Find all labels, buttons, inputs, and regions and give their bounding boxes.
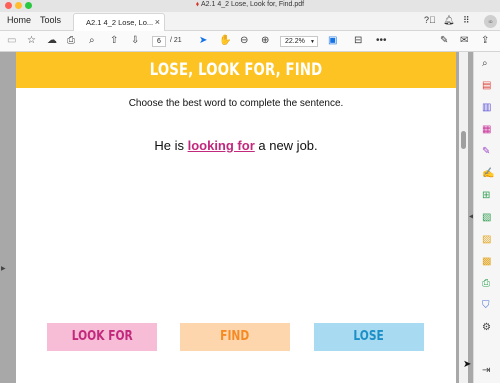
sentence-after: a new job.	[254, 138, 318, 153]
fit-page-icon[interactable]: ▣	[328, 35, 337, 47]
document-tab-label: A2.1 4_2 Lose, Lo...	[86, 18, 154, 27]
edit-pdf-icon[interactable]: ▥	[482, 102, 491, 114]
left-panel-toggle-icon[interactable]: ▶	[1, 265, 6, 272]
more-tools-icon[interactable]: ⚙	[482, 322, 491, 334]
zoom-out-icon[interactable]: ⊖	[240, 35, 248, 47]
zoom-in-icon[interactable]: ⊕	[261, 35, 269, 47]
chevron-down-icon: ▼	[310, 39, 315, 45]
choice-find-label: FIND	[220, 329, 250, 344]
collapse-panel-icon[interactable]: ⇥	[482, 365, 490, 377]
scrollbar-thumb[interactable]	[461, 131, 466, 149]
comment-icon[interactable]: ✎	[482, 146, 490, 158]
fill-sign-icon[interactable]: ✍	[482, 168, 494, 180]
page-up-icon[interactable]: ⇧	[110, 35, 118, 47]
toolbar: ▭ ☆ ☁ ⎙ ⌕ ⇧ ⇩ 6 / 21 ➤ ✋ ⊖ ⊕ 22.2% ▼ ▣ ⊟…	[0, 31, 500, 52]
document-tab[interactable]: A2.1 4_2 Lose, Lo... ×	[73, 13, 165, 31]
help-icon[interactable]: ?⃝	[424, 15, 436, 25]
instruction-text: Choose the best word to complete the sen…	[128, 98, 344, 109]
banner: LOSE, LOOK FOR, FIND	[16, 52, 456, 88]
select-cursor-icon[interactable]: ➤	[199, 35, 207, 47]
scan-ocr-icon[interactable]: ▨	[482, 234, 491, 246]
print-icon[interactable]: ⎙	[67, 35, 75, 47]
share-icon[interactable]: ⇪	[481, 35, 489, 47]
zoom-select[interactable]: 22.2% ▼	[280, 36, 318, 47]
title-bar: ⬧ A2.1 4_2 Lose, Look for, Find.pdf	[0, 0, 500, 12]
create-pdf-icon[interactable]: ▦	[482, 124, 491, 136]
protect-icon[interactable]: ▩	[482, 256, 491, 268]
page-number-input[interactable]: 6	[152, 36, 166, 47]
bookmark-star-icon[interactable]: ☆	[27, 35, 36, 47]
export-pdf-icon[interactable]: ▤	[482, 80, 491, 92]
tools-tab[interactable]: Tools	[40, 15, 61, 25]
save-icon[interactable]: ▭	[7, 35, 16, 47]
exercise-sentence: He is looking for a new job.	[16, 138, 456, 153]
choice-lose-label: LOSE	[353, 329, 385, 344]
right-tools-rail: ⌕ ▤ ▥ ▦ ✎ ✍ ⊞ ▧ ▨ ▩ ⎙ ⛉ ⚙ ⇥	[473, 52, 500, 383]
fill-sign-pen-icon[interactable]: ✎	[440, 35, 448, 47]
zoom-value: 22.2%	[285, 38, 305, 45]
pdf-reader-window: ⬧ A2.1 4_2 Lose, Look for, Find.pdf Home …	[0, 0, 500, 383]
vertical-scrollbar[interactable]	[459, 52, 468, 383]
choice-find[interactable]: FIND	[180, 323, 290, 351]
email-icon[interactable]: ✉	[460, 35, 468, 47]
choice-look-for-label: LOOK FOR	[71, 329, 133, 344]
upload-cloud-icon[interactable]: ☁	[47, 35, 57, 47]
window-title: ⬧ A2.1 4_2 Lose, Look for, Find.pdf	[0, 1, 500, 9]
nav-bar: Home Tools A2.1 4_2 Lose, Lo... × ?⃝ 🔔︎ …	[0, 12, 500, 31]
avatar[interactable]: ID	[484, 15, 497, 28]
page-total: / 21	[170, 37, 182, 44]
zoom-out-search-icon[interactable]: ⌕	[89, 35, 95, 47]
home-tab[interactable]: Home	[7, 15, 31, 25]
pdf-page: LOSE, LOOK FOR, FIND Choose the best wor…	[16, 52, 456, 383]
shield-icon[interactable]: ⛉	[482, 300, 490, 312]
pdf-file-icon: ⬧	[195, 1, 199, 8]
combine-files-icon[interactable]: ⊞	[482, 190, 490, 202]
hand-tool-icon[interactable]: ✋	[219, 35, 231, 47]
mouse-pointer-icon: ➤	[463, 359, 472, 370]
more-options-icon[interactable]: •••	[376, 35, 387, 47]
page-down-icon[interactable]: ⇩	[131, 35, 139, 47]
scan-tool-icon[interactable]: ⊟	[354, 35, 362, 47]
page-title: LOSE, LOOK FOR, FIND	[149, 60, 323, 80]
organize-pages-icon[interactable]: ▧	[482, 212, 491, 224]
sentence-before: He is	[154, 138, 188, 153]
choice-look-for[interactable]: LOOK FOR	[47, 323, 157, 351]
choice-lose[interactable]: LOSE	[314, 323, 424, 351]
sentence-answer: looking for	[187, 138, 255, 153]
apps-grid-icon[interactable]: ⠿	[463, 15, 470, 26]
bell-icon[interactable]: 🔔︎	[443, 15, 454, 26]
search-icon[interactable]: ⌕	[482, 58, 488, 70]
close-tab-icon[interactable]: ×	[155, 17, 160, 27]
window-title-text: A2.1 4_2 Lose, Look for, Find.pdf	[201, 1, 305, 8]
print-production-icon[interactable]: ⎙	[482, 278, 490, 290]
